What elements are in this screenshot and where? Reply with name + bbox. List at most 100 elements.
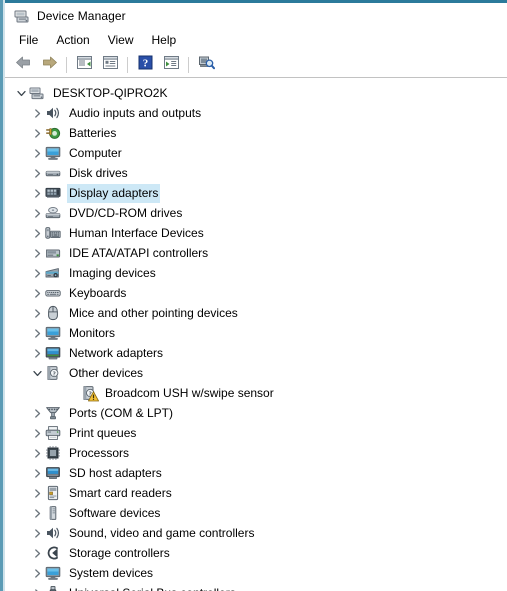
chevron-right-icon[interactable] — [29, 143, 45, 163]
scan-for-hardware-changes-button[interactable] — [194, 54, 218, 76]
forward-button[interactable] — [37, 54, 61, 76]
tree-item[interactable]: Smart card readers — [5, 483, 507, 503]
chevron-right-icon[interactable] — [29, 443, 45, 463]
monitor-icon — [45, 325, 61, 341]
chevron-right-icon[interactable] — [29, 483, 45, 503]
chevron-right-icon[interactable] — [29, 123, 45, 143]
port-icon — [45, 405, 61, 421]
chevron-right-icon[interactable] — [29, 223, 45, 243]
tree-item[interactable]: SD host adapters — [5, 463, 507, 483]
chevron-placeholder — [65, 383, 81, 403]
speaker-icon — [45, 105, 61, 121]
show-hide-console-tree-button[interactable] — [72, 54, 96, 76]
tree-item[interactable]: ? Broadcom USH w/swipe sensor — [5, 383, 507, 403]
device-tree[interactable]: DESKTOP-QIPRO2K Audio inputs and outputs B… — [5, 78, 507, 591]
tree-item[interactable]: DVD/CD-ROM drives — [5, 203, 507, 223]
tree-item-label: DESKTOP-QIPRO2K — [53, 85, 168, 100]
properties-button[interactable] — [98, 54, 122, 76]
tree-item[interactable]: ? Other devices — [5, 363, 507, 383]
chevron-right-icon[interactable] — [29, 323, 45, 343]
chevron-right-icon[interactable] — [29, 303, 45, 323]
chevron-right-icon[interactable] — [29, 523, 45, 543]
console-tree-icon — [76, 55, 93, 75]
tree-item[interactable]: Monitors — [5, 323, 507, 343]
tree-item[interactable]: Computer — [5, 143, 507, 163]
smart-card-reader-icon — [45, 485, 61, 501]
chevron-right-icon[interactable] — [29, 343, 45, 363]
tree-item-label: SD host adapters — [69, 465, 162, 480]
tree-item[interactable]: Universal Serial Bus controllers — [5, 583, 507, 591]
network-adapter-icon — [45, 345, 61, 361]
tree-item-label: Display adapters — [67, 183, 161, 203]
chevron-right-icon[interactable] — [29, 583, 45, 591]
tree-item[interactable]: Storage controllers — [5, 543, 507, 563]
menu-help[interactable]: Help — [143, 30, 186, 50]
properties-icon — [102, 55, 119, 75]
chevron-right-icon[interactable] — [29, 403, 45, 423]
tree-item[interactable]: Human Interface Devices — [5, 223, 507, 243]
tree-item[interactable]: Batteries — [5, 123, 507, 143]
unknown-device-icon: ? — [45, 365, 61, 381]
back-button[interactable] — [11, 54, 35, 76]
help-button[interactable]: ? — [133, 54, 157, 76]
tree-item[interactable]: DESKTOP-QIPRO2K — [5, 83, 507, 103]
tree-item[interactable]: Mice and other pointing devices — [5, 303, 507, 323]
tree-item[interactable]: Display adapters — [5, 183, 507, 203]
speaker-icon — [45, 525, 61, 541]
menu-file[interactable]: File — [10, 30, 47, 50]
chevron-right-icon[interactable] — [29, 263, 45, 283]
monitor-icon — [45, 145, 61, 161]
tree-item[interactable]: Imaging devices — [5, 263, 507, 283]
forward-arrow-icon — [41, 55, 58, 75]
chevron-right-icon[interactable] — [29, 283, 45, 303]
scan-hardware-icon — [198, 55, 215, 75]
tree-item-label: Network adapters — [69, 345, 164, 360]
chevron-right-icon[interactable] — [29, 103, 45, 123]
update-driver-icon — [163, 55, 180, 75]
warning-triangle-icon — [88, 391, 99, 402]
tree-item-label: Keyboards — [69, 285, 127, 300]
toolbar-separator-1 — [66, 57, 67, 73]
tree-item[interactable]: Sound, video and game controllers — [5, 523, 507, 543]
tree-item[interactable]: Ports (COM & LPT) — [5, 403, 507, 423]
svg-text:?: ? — [53, 371, 56, 378]
chevron-down-icon[interactable] — [13, 83, 29, 103]
toolbar: ? — [5, 53, 507, 78]
menu-view[interactable]: View — [99, 30, 143, 50]
tree-item-label: Storage controllers — [69, 545, 170, 560]
tree-item[interactable]: System devices — [5, 563, 507, 583]
display-adapter-icon — [45, 185, 61, 201]
tree-item[interactable]: Print queues — [5, 423, 507, 443]
chevron-right-icon[interactable] — [29, 423, 45, 443]
tree-item[interactable]: Keyboards — [5, 283, 507, 303]
tree-item[interactable]: Processors — [5, 443, 507, 463]
tree-item-label: Other devices — [69, 365, 144, 380]
tree-item-label: Universal Serial Bus controllers — [67, 584, 238, 591]
tree-item[interactable]: Software devices — [5, 503, 507, 523]
chevron-down-icon[interactable] — [29, 363, 45, 383]
chevron-right-icon[interactable] — [29, 503, 45, 523]
tree-item-label: DVD/CD-ROM drives — [69, 205, 183, 220]
tree-item[interactable]: Disk drives — [5, 163, 507, 183]
battery-plug-icon — [45, 125, 61, 141]
chevron-right-icon[interactable] — [29, 543, 45, 563]
tree-item-label: Processors — [69, 445, 130, 460]
tree-item[interactable]: Audio inputs and outputs — [5, 103, 507, 123]
chevron-right-icon[interactable] — [29, 163, 45, 183]
device-manager-window: Device Manager File Action View Help ? D… — [0, 0, 507, 591]
window-title: Device Manager — [37, 8, 126, 23]
tree-item[interactable]: IDE ATA/ATAPI controllers — [5, 243, 507, 263]
sd-host-icon — [45, 465, 61, 481]
tree-item-label: Disk drives — [69, 165, 128, 180]
back-arrow-icon — [15, 55, 32, 75]
chevron-right-icon[interactable] — [29, 563, 45, 583]
svg-text:?: ? — [142, 57, 148, 69]
tree-item[interactable]: Network adapters — [5, 343, 507, 363]
update-driver-button[interactable] — [159, 54, 183, 76]
chevron-right-icon[interactable] — [29, 203, 45, 223]
menu-action[interactable]: Action — [47, 30, 98, 50]
chevron-right-icon[interactable] — [29, 183, 45, 203]
optical-drive-icon — [45, 205, 61, 221]
chevron-right-icon[interactable] — [29, 463, 45, 483]
chevron-right-icon[interactable] — [29, 243, 45, 263]
